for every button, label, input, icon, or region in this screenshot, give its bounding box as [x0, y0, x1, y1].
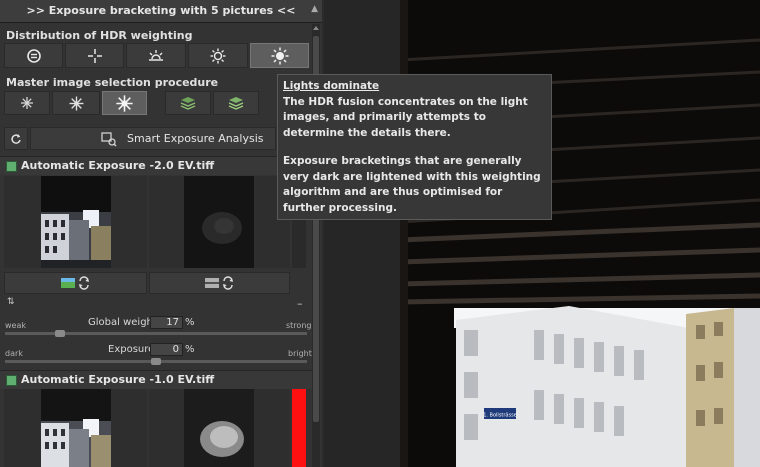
image-preview-2[interactable] [4, 389, 147, 467]
scroll-up-icon[interactable] [313, 26, 319, 30]
spark-small-icon [21, 97, 33, 109]
weighting-tooltip: Lights dominate The HDR fusion concentra… [277, 74, 552, 220]
tooltip-title: Lights dominate [283, 80, 380, 92]
bright-sun-icon [271, 47, 288, 64]
refresh-icon [11, 133, 21, 144]
exposure-label: Exposure [108, 344, 155, 355]
hdr-weighting-label: Distribution of HDR weighting [6, 29, 193, 42]
crosshair-icon [87, 48, 102, 63]
master-stack-alt-button[interactable] [213, 91, 259, 115]
file-enabled-checkbox[interactable] [6, 375, 17, 386]
master-medium-button[interactable] [52, 91, 100, 115]
tooltip-paragraph-2: Exposure bracketings that are generally … [283, 155, 541, 214]
replace-image-button-1[interactable] [4, 272, 147, 294]
image-swap-icon [60, 276, 89, 290]
master-bright-button[interactable] [102, 91, 147, 115]
master-stack-button[interactable] [165, 91, 211, 115]
equal-circle-icon [26, 48, 41, 63]
exposure-input[interactable]: 0 [150, 343, 183, 356]
tooltip-paragraph-1: The HDR fusion concentrates on the light… [283, 95, 528, 139]
sunrise-icon [149, 49, 163, 61]
exposure-max-label: bright [288, 349, 312, 358]
weight-map-preview-2[interactable] [149, 389, 290, 467]
smart-exposure-label: Smart Exposure Analysis [127, 132, 264, 145]
spark-medium-icon [69, 96, 83, 110]
file-name-1: Automatic Exposure -2.0 EV.tiff [21, 159, 215, 172]
sun-icon [210, 48, 226, 63]
pin-icon[interactable]: ▲ [311, 4, 318, 14]
collapse-icon[interactable]: – [297, 297, 303, 310]
layers-green-icon [180, 97, 196, 110]
exposure-unit: % [185, 344, 195, 355]
thumbnail-image [41, 389, 111, 467]
weighting-center-button[interactable] [65, 43, 124, 68]
weighting-balanced-button[interactable] [4, 43, 63, 68]
file-header-1[interactable]: Automatic Exposure -2.0 EV.tiff [0, 156, 312, 175]
image-canvas[interactable]: 1. Bollsträsse [324, 0, 760, 467]
global-weight-unit: % [185, 317, 195, 328]
weight-map-image [184, 176, 254, 268]
master-selection-label: Master image selection procedure [6, 76, 219, 89]
panel-title: >> Exposure bracketing with 5 pictures <… [26, 4, 296, 17]
street-sign: 1. Bollsträsse [483, 413, 517, 419]
image-preview-1[interactable] [4, 176, 147, 268]
global-weight-min-label: weak [5, 321, 26, 330]
file-enabled-checkbox[interactable] [6, 161, 17, 172]
map-swap-icon [204, 276, 233, 290]
analysis-icon [101, 131, 117, 147]
global-weight-input[interactable]: 17 [150, 316, 183, 329]
weight-map-preview-1[interactable] [149, 176, 290, 268]
reset-button[interactable] [4, 127, 28, 150]
master-dark-button[interactable] [4, 91, 50, 115]
layers-green-alt-icon [228, 97, 244, 110]
settings-panel: >> Exposure bracketing with 5 pictures <… [0, 0, 322, 467]
replace-weight-map-button-1[interactable] [149, 272, 290, 294]
sort-icon[interactable]: ⇅ [7, 297, 15, 307]
global-weight-slider-handle[interactable] [54, 330, 65, 337]
hdr-preview-photo: 1. Bollsträsse [324, 0, 760, 467]
global-weight-max-label: strong [286, 321, 312, 330]
clipping-indicator [292, 389, 306, 467]
exposure-slider-handle[interactable] [151, 358, 161, 365]
weighting-midtones-button[interactable] [188, 43, 248, 68]
global-weight-label: Global weight [88, 317, 157, 328]
weighting-shadows-button[interactable] [126, 43, 186, 68]
panel-titlebar: >> Exposure bracketing with 5 pictures <… [0, 0, 322, 23]
file-header-2[interactable]: Automatic Exposure -1.0 EV.tiff [0, 370, 312, 389]
weighting-lights-dominate-button[interactable] [250, 43, 309, 68]
thumbnail-image [41, 176, 111, 268]
exposure-min-label: dark [5, 349, 23, 358]
smart-exposure-analysis-button[interactable]: Smart Exposure Analysis [30, 127, 276, 150]
spark-large-icon [116, 94, 133, 112]
global-weight-slider-track[interactable] [5, 332, 307, 335]
weight-map-image [184, 389, 254, 467]
file-name-2: Automatic Exposure -1.0 EV.tiff [21, 373, 215, 386]
